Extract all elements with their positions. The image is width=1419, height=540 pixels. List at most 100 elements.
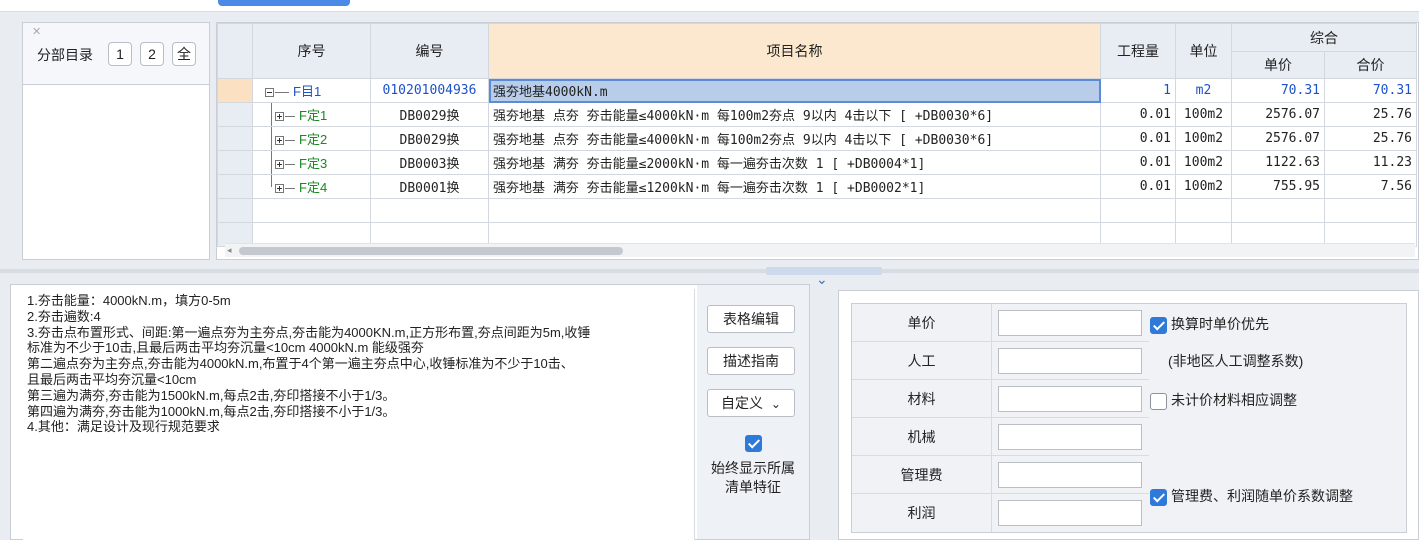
unit-cell[interactable]: 100m2	[1175, 102, 1232, 127]
code-cell[interactable]: DB0029换	[370, 102, 489, 127]
top-strip	[0, 0, 1419, 12]
row-selector[interactable]	[217, 174, 253, 199]
col-header-total[interactable]: 合价	[1324, 51, 1417, 79]
name-cell[interactable]: 强夯地基 满夯 夯击能量≤2000kN·m 每一遍夯击次数 1 [ +DB000…	[488, 150, 1101, 175]
close-icon[interactable]: ✕	[32, 25, 41, 38]
unit-price-cell[interactable]: 2576.07	[1231, 126, 1325, 151]
mgmt-profit-option[interactable]: 管理费、利润随单价系数调整	[1150, 486, 1353, 506]
total-cell[interactable]: 7.56	[1324, 174, 1417, 199]
material-coef-input[interactable]	[998, 386, 1142, 412]
unit-price-first-checkbox[interactable]	[1150, 316, 1167, 334]
expand-icon[interactable]	[275, 160, 284, 170]
always-show-features-checkbox[interactable]	[745, 435, 762, 452]
coef-row-management: 管理费	[852, 456, 1149, 494]
col-header-code[interactable]: 编号	[370, 23, 489, 79]
unpriced-material-checkbox[interactable]	[1150, 392, 1167, 410]
coef-row-profit: 利润	[852, 494, 1149, 532]
unit-price-cell[interactable]: 2576.07	[1231, 102, 1325, 127]
col-header-seq[interactable]: 序号	[252, 23, 371, 79]
col-header-unit[interactable]: 单位	[1175, 23, 1232, 79]
qty-cell[interactable]: 0.01	[1100, 174, 1176, 199]
coef-row-labor: 人工	[852, 342, 1149, 380]
unit-cell[interactable]: m2	[1175, 78, 1232, 103]
scrollbar-thumb[interactable]	[239, 247, 623, 255]
table-edit-button[interactable]: 表格编辑	[707, 305, 795, 333]
code-cell[interactable]: DB0003换	[370, 150, 489, 175]
directory-panel: ✕ 分部目录 1 2 全	[22, 22, 210, 260]
collapse-icon[interactable]	[265, 88, 274, 98]
item-table: 序号 编号 项目名称 工程量 单位 综合 单价 合价 F目1 010201004…	[217, 23, 1417, 247]
col-header-unit-price[interactable]: 单价	[1231, 51, 1325, 79]
description-guide-button[interactable]: 描述指南	[707, 347, 795, 375]
mgmt-profit-checkbox[interactable]	[1150, 488, 1167, 506]
table-row[interactable]: F定3 DB0003换 强夯地基 满夯 夯击能量≤2000kN·m 每一遍夯击次…	[217, 150, 1417, 175]
scroll-left-icon[interactable]: ◂	[227, 245, 232, 256]
total-cell[interactable]: 70.31	[1324, 78, 1417, 103]
unit-price-cell[interactable]: 1122.63	[1231, 150, 1325, 175]
total-cell[interactable]: 25.76	[1324, 126, 1417, 151]
active-top-tab[interactable]	[218, 0, 350, 6]
qty-cell[interactable]: 0.01	[1100, 150, 1176, 175]
labor-coef-input[interactable]	[998, 348, 1142, 374]
feature-description-panel: 1.夯击能量：4000kN.m，填方0-5m 2.夯击遍数:4 3.夯击点布置形…	[10, 284, 810, 540]
row-selector[interactable]	[217, 150, 253, 175]
seq-cell[interactable]: F定3	[252, 150, 371, 175]
chevron-down-icon: ⌄	[770, 397, 781, 411]
seq-cell[interactable]: F定4	[252, 174, 371, 199]
seq-cell[interactable]: F定1	[252, 102, 371, 127]
expand-icon[interactable]	[275, 112, 284, 122]
coef-row-material: 材料	[852, 380, 1149, 418]
code-cell[interactable]: 010201004936	[370, 78, 489, 103]
name-cell[interactable]: 强夯地基 点夯 夯击能量≤4000kN·m 每100m2夯点 9以内 4击以下 …	[488, 126, 1101, 151]
non-region-note: (非地区人工调整系数)	[1168, 353, 1304, 369]
qty-cell[interactable]: 0.01	[1100, 102, 1176, 127]
seq-cell[interactable]: F目1	[252, 78, 371, 103]
total-cell[interactable]: 11.23	[1324, 150, 1417, 175]
table-row[interactable]: F定4 DB0001换 强夯地基 满夯 夯击能量≤1200kN·m 每一遍夯击次…	[217, 174, 1417, 199]
panel-splitter[interactable]: ⌄	[0, 265, 1419, 288]
qty-cell[interactable]: 0.01	[1100, 126, 1176, 151]
unit-price-cell[interactable]: 755.95	[1231, 174, 1325, 199]
col-header-qty[interactable]: 工程量	[1100, 23, 1176, 79]
col-header-composite[interactable]: 综合	[1231, 23, 1417, 52]
chevron-down-icon[interactable]: ⌄	[816, 271, 828, 288]
total-cell[interactable]: 25.76	[1324, 102, 1417, 127]
empty-row[interactable]	[217, 198, 1417, 223]
name-cell[interactable]: 强夯地基 满夯 夯击能量≤1200kN·m 每一遍夯击次数 1 [ +DB000…	[488, 174, 1101, 199]
expand-icon[interactable]	[275, 136, 284, 146]
table-row[interactable]: F目1 010201004936 强夯地基4000kN.m 1 m2 70.31…	[217, 78, 1417, 103]
directory-level-2-button[interactable]: 2	[140, 42, 164, 66]
custom-dropdown-button[interactable]: 自定义 ⌄	[707, 389, 795, 417]
unit-price-coef-input[interactable]	[998, 310, 1142, 336]
coefficient-panel: 单价 人工 材料 机械 管理费 利润 换算时单价优先 (非地区人工调整系数) 未…	[838, 290, 1419, 540]
seq-cell[interactable]: F定2	[252, 126, 371, 151]
code-cell[interactable]: DB0029换	[370, 126, 489, 151]
profit-coef-input[interactable]	[998, 500, 1142, 526]
coef-row-machinery: 机械	[852, 418, 1149, 456]
unit-price-first-option[interactable]: 换算时单价优先	[1150, 314, 1269, 334]
code-cell[interactable]: DB0001换	[370, 174, 489, 199]
directory-level-1-button[interactable]: 1	[108, 42, 132, 66]
unit-cell[interactable]: 100m2	[1175, 174, 1232, 199]
row-selector[interactable]	[217, 78, 253, 103]
unit-price-cell[interactable]: 70.31	[1231, 78, 1325, 103]
description-sidebar: 表格编辑 描述指南 自定义 ⌄ 始终显示所属清单特征	[697, 285, 809, 539]
unit-cell[interactable]: 100m2	[1175, 126, 1232, 151]
col-header-name[interactable]: 项目名称	[488, 23, 1101, 79]
table-row[interactable]: F定2 DB0029换 强夯地基 点夯 夯击能量≤4000kN·m 每100m2…	[217, 126, 1417, 151]
name-cell[interactable]: 强夯地基4000kN.m	[488, 78, 1101, 103]
unit-cell[interactable]: 100m2	[1175, 150, 1232, 175]
horizontal-scrollbar[interactable]: ◂	[225, 243, 1415, 257]
management-fee-coef-input[interactable]	[998, 462, 1142, 488]
expand-icon[interactable]	[275, 184, 284, 194]
item-grid: 序号 编号 项目名称 工程量 单位 综合 单价 合价 F目1 010201004…	[216, 22, 1419, 260]
row-selector[interactable]	[217, 126, 253, 151]
name-cell[interactable]: 强夯地基 点夯 夯击能量≤4000kN·m 每100m2夯点 9以内 4击以下 …	[488, 102, 1101, 127]
qty-cell[interactable]: 1	[1100, 78, 1176, 103]
table-row[interactable]: F定1 DB0029换 强夯地基 点夯 夯击能量≤4000kN·m 每100m2…	[217, 102, 1417, 127]
directory-all-button[interactable]: 全	[172, 42, 196, 66]
unpriced-material-option[interactable]: 未计价材料相应调整	[1150, 390, 1297, 410]
row-selector[interactable]	[217, 102, 253, 127]
machinery-coef-input[interactable]	[998, 424, 1142, 450]
feature-description-text[interactable]: 1.夯击能量：4000kN.m，填方0-5m 2.夯击遍数:4 3.夯击点布置形…	[23, 289, 695, 540]
